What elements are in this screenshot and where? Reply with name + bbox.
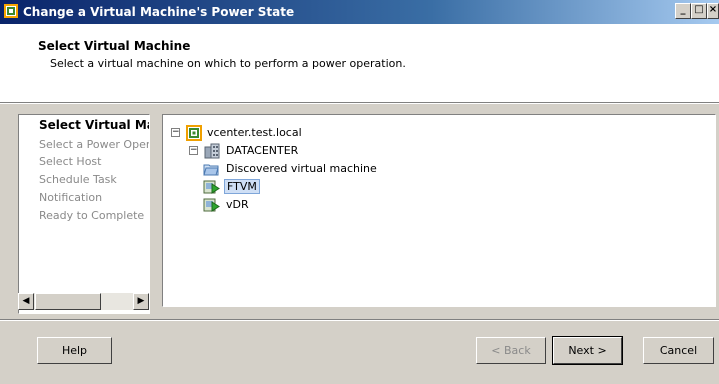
- back-button[interactable]: < Back: [476, 337, 546, 364]
- cancel-button[interactable]: Cancel: [643, 337, 714, 364]
- tree-node-label[interactable]: vDR: [226, 198, 249, 211]
- vcenter-icon: [186, 125, 202, 141]
- step-select-host: Select Host: [39, 155, 102, 168]
- step-notification: Notification: [39, 191, 103, 204]
- scroll-left-arrow-icon[interactable]: ◀: [18, 293, 34, 310]
- close-button[interactable]: ×: [707, 3, 719, 19]
- page-title: Select Virtual Machine: [38, 39, 191, 53]
- step-select-vm[interactable]: Select Virtual Machine: [39, 118, 149, 132]
- window-title: Change a Virtual Machine's Power State: [23, 5, 295, 19]
- maximize-button[interactable]: □: [691, 3, 707, 19]
- step-schedule-task: Schedule Task: [39, 173, 117, 186]
- step-ready: Ready to Complete: [39, 209, 145, 222]
- folder-icon: [203, 164, 219, 176]
- steps-horizontal-scrollbar[interactable]: ◀ ▶: [18, 293, 149, 310]
- minimize-button[interactable]: _: [675, 3, 691, 19]
- step-select-power-op: Select a Power Operation: [39, 138, 150, 151]
- inventory-tree[interactable]: − vcenter.test.local − DATACENTER Discov…: [162, 114, 716, 307]
- scroll-right-arrow-icon[interactable]: ▶: [133, 293, 149, 310]
- next-button[interactable]: Next >: [552, 336, 623, 365]
- collapse-toggle-icon[interactable]: −: [171, 128, 180, 137]
- help-button[interactable]: Help: [37, 337, 112, 364]
- datacenter-icon: [204, 143, 220, 159]
- tree-node-label[interactable]: Discovered virtual machine: [226, 162, 377, 175]
- tree-node-label[interactable]: DATACENTER: [226, 144, 298, 157]
- wizard-header: Select Virtual Machine Select a virtual …: [0, 24, 719, 103]
- footer-separator-highlight: [0, 320, 719, 321]
- tree-node-label-selected[interactable]: FTVM: [224, 179, 260, 194]
- title-bar[interactable]: Change a Virtual Machine's Power State _…: [0, 0, 719, 24]
- scroll-thumb[interactable]: [35, 293, 101, 310]
- collapse-toggle-icon[interactable]: −: [189, 146, 198, 155]
- vm-icon: [203, 180, 220, 194]
- app-icon: [4, 4, 18, 18]
- header-separator: [0, 103, 719, 104]
- page-subtitle: Select a virtual machine on which to per…: [50, 57, 406, 70]
- tree-node-label[interactable]: vcenter.test.local: [207, 126, 302, 139]
- wizard-steps-panel: Select Virtual Machine Select a Power Op…: [18, 114, 150, 314]
- vm-icon: [203, 198, 220, 212]
